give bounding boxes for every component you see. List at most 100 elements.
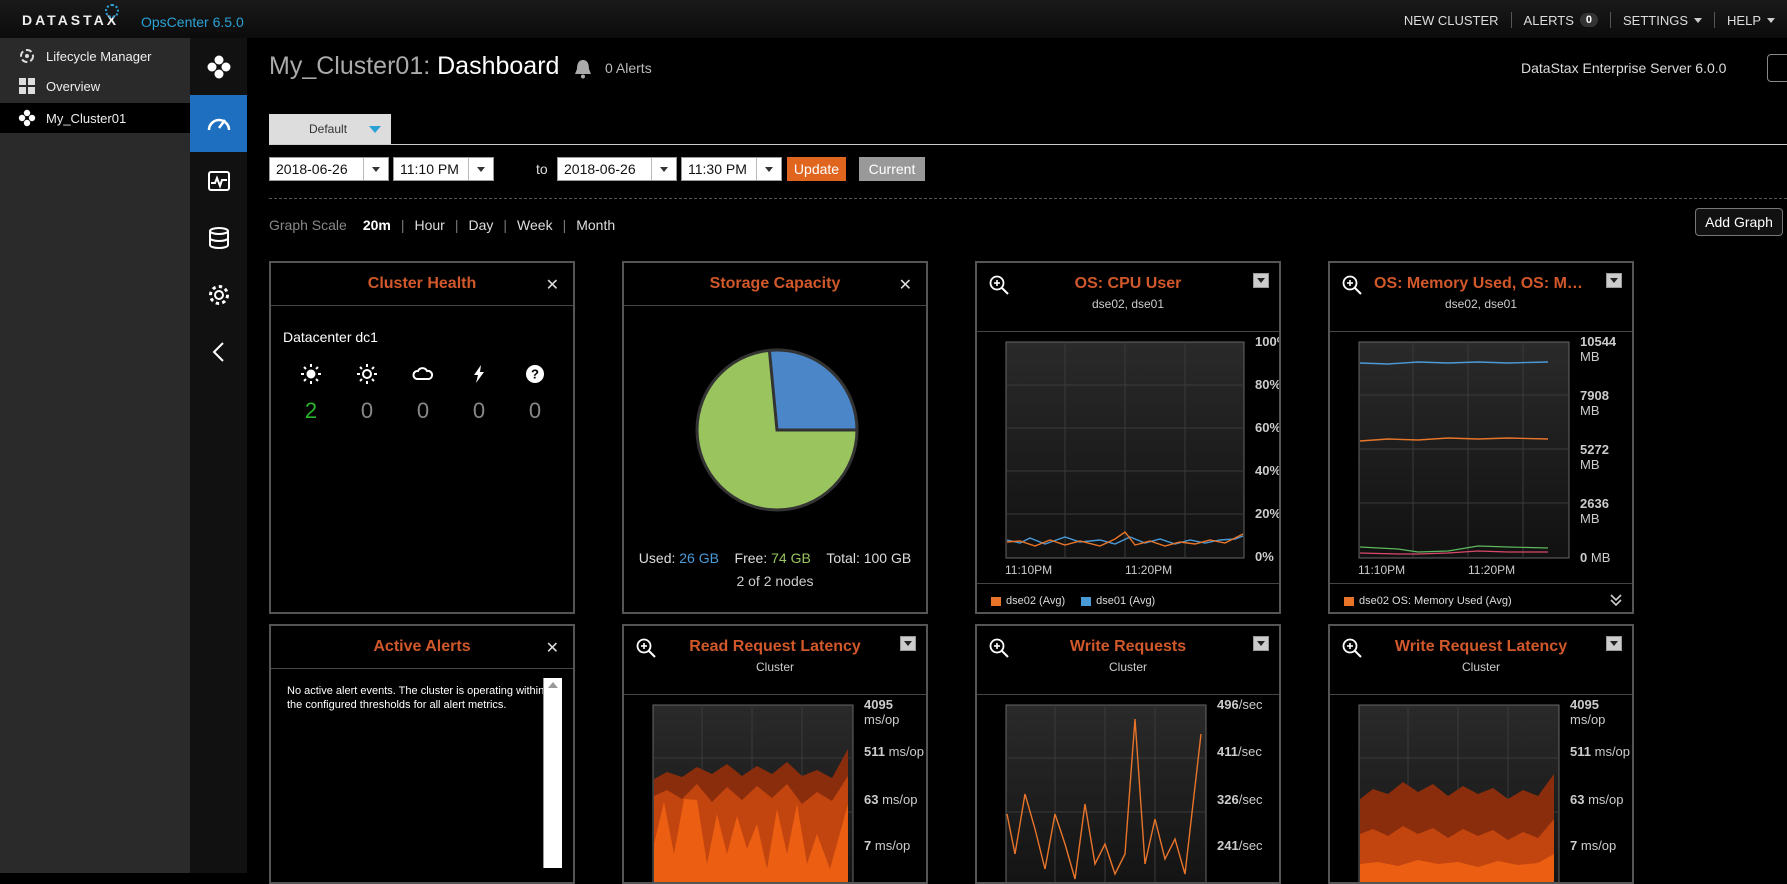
widget-header: Storage Capacity ✕ [624, 263, 926, 306]
legend-item[interactable]: dse02 (Avg) [991, 595, 1065, 607]
from-time-value: 11:10 PM [400, 161, 459, 177]
scroll-up-icon[interactable] [544, 678, 562, 692]
cluster-name: My_Cluster01: [269, 52, 431, 80]
y-tick: 7908 MB [1580, 388, 1609, 418]
widget-subtitle: Cluster [755, 660, 794, 674]
settings-menu[interactable]: SETTINGS [1611, 13, 1714, 28]
datacenter-name[interactable]: Datacenter dc1 [283, 329, 378, 345]
widget-title: Active Alerts [373, 638, 471, 655]
current-button[interactable]: Current [859, 157, 925, 181]
y-tick: 0% [1255, 549, 1274, 564]
alerts-scrollbar[interactable] [543, 678, 562, 868]
health-up[interactable]: 2 [291, 363, 331, 424]
rail-data-button[interactable] [190, 209, 247, 266]
scale-option-day[interactable]: Day [469, 217, 494, 233]
from-date-select[interactable]: 2018-06-26 [269, 157, 389, 181]
rail-activity-button[interactable] [190, 152, 247, 209]
update-button[interactable]: Update [787, 157, 846, 181]
scale-option-week[interactable]: Week [517, 217, 553, 233]
scale-option-hour[interactable]: Hour [415, 217, 445, 233]
rail-dashboard-button[interactable] [190, 95, 247, 152]
y-tick: 100% [1255, 334, 1279, 349]
scale-option-month[interactable]: Month [576, 217, 615, 233]
widget-header: Write Requests Cluster [977, 626, 1279, 684]
activity-icon [207, 170, 230, 191]
rail-settings-button[interactable] [190, 266, 247, 323]
chevron-down-icon [756, 158, 781, 180]
y-tick: 20% [1255, 506, 1281, 521]
server-version: DataStax Enterprise Server 6.0.0 [1521, 60, 1727, 76]
health-degraded[interactable]: 0 [403, 363, 443, 424]
widget-title: Write Request Latency [1394, 638, 1568, 655]
legend-label: dse02 OS: Memory Used (Avg) [1359, 595, 1512, 607]
pie-slice-used [767, 348, 859, 432]
new-cluster-link[interactable]: NEW CLUSTER [1392, 13, 1511, 28]
scale-option-20m[interactable]: 20m [363, 217, 391, 233]
widget-subtitle: Cluster [1461, 660, 1500, 674]
y-tick: 411/sec [1217, 744, 1262, 759]
widget-menu-dropdown[interactable] [1253, 636, 1269, 651]
alerts-count-text[interactable]: 0 Alerts [605, 60, 652, 76]
lightning-icon [474, 365, 484, 383]
grid-icon [19, 78, 35, 94]
to-time-select[interactable]: 11:30 PM [681, 157, 782, 181]
close-icon[interactable]: ✕ [899, 275, 912, 295]
close-icon[interactable]: ✕ [546, 275, 559, 295]
page-name: Dashboard [437, 52, 560, 80]
widget-header: Read Request Latency Cluster [624, 626, 926, 684]
cluster-actions-button[interactable] [1767, 54, 1787, 82]
x-tick: 11:20PM [1468, 563, 1516, 577]
used-value: 26 GB [679, 550, 719, 566]
sidebar-item-lifecycle-manager[interactable]: Lifecycle Manager [0, 41, 190, 71]
help-label: HELP [1727, 12, 1761, 28]
widget-header: Cluster Health ✕ [271, 263, 573, 306]
widget-header: Active Alerts ✕ [271, 626, 573, 669]
expand-legend-icon[interactable] [1610, 593, 1622, 607]
bell-icon[interactable] [572, 58, 594, 80]
health-warning[interactable]: 0 [347, 363, 387, 424]
widget-header: OS: CPU User dse02, dse01 [977, 263, 1279, 321]
alerts-link[interactable]: ALERTS 0 [1512, 13, 1610, 28]
dashboard-gauge-icon [207, 118, 230, 130]
widget-menu-dropdown[interactable] [900, 636, 916, 651]
y-tick: 4095 ms/op [1570, 697, 1606, 727]
to-date-select[interactable]: 2018-06-26 [557, 157, 677, 181]
to-time-value: 11:30 PM [688, 161, 747, 177]
node-count: 2 of 2 nodes [736, 573, 814, 589]
rail-cluster-button[interactable] [190, 38, 247, 95]
sidebar-item-overview[interactable]: Overview [0, 71, 190, 101]
add-graph-button[interactable]: Add Graph [1695, 208, 1783, 236]
widget-title: Cluster Health [367, 275, 477, 292]
close-icon[interactable]: ✕ [546, 638, 559, 658]
help-menu[interactable]: HELP [1715, 13, 1787, 28]
y-tick: 241/sec [1217, 838, 1263, 853]
widget-menu-dropdown[interactable] [1606, 273, 1622, 288]
y-tick: 496/sec [1217, 697, 1263, 712]
legend-item[interactable]: dse02 OS: Memory Used (Avg) [1344, 595, 1512, 607]
widget-menu-dropdown[interactable] [1606, 636, 1622, 651]
health-down[interactable]: 0 [459, 363, 499, 424]
widget-subtitle: dse02, dse01 [1091, 297, 1165, 311]
legend-label: dse01 (Avg) [1096, 595, 1156, 607]
top-nav: NEW CLUSTER ALERTS 0 SETTINGS HELP [1392, 10, 1787, 30]
tab-default[interactable]: Default [269, 114, 391, 144]
rail-collapse-button[interactable] [190, 323, 247, 380]
x-tick: 11:10PM [1005, 563, 1053, 577]
sidebar-item-my-cluster01[interactable]: My_Cluster01 [0, 103, 190, 133]
free-value: 74 GB [771, 550, 811, 566]
tab-divider [269, 144, 1787, 145]
used-label: Used: [638, 550, 676, 566]
legend-item[interactable]: dse01 (Avg) [1081, 595, 1155, 607]
memory-line-chart [1358, 341, 1570, 559]
chevron-down-icon[interactable] [369, 126, 381, 133]
sidebar-item-label: Lifecycle Manager [46, 48, 152, 64]
lifecycle-icon [20, 49, 34, 63]
health-unknown[interactable]: ? 0 [515, 363, 555, 424]
widget-menu-dropdown[interactable] [1253, 273, 1269, 288]
cluster-icon [207, 55, 230, 78]
health-count: 0 [472, 398, 486, 423]
health-count: 2 [304, 398, 318, 423]
y-tick: 511 ms/op [1570, 744, 1631, 759]
from-time-select[interactable]: 11:10 PM [393, 157, 494, 181]
y-tick: 326/sec [1217, 792, 1263, 807]
